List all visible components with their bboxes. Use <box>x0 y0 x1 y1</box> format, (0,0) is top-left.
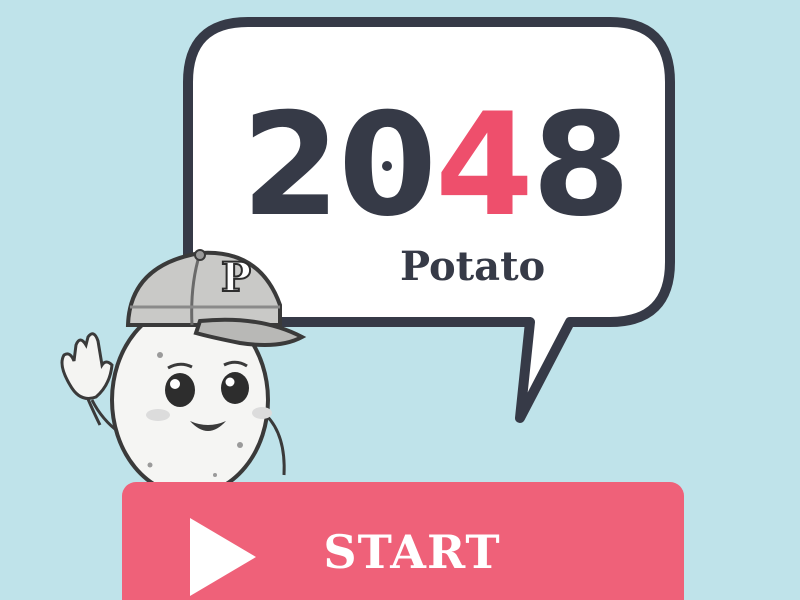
game-title: 2 0 4 8 <box>241 83 630 248</box>
potato-mascot: P <box>60 249 307 497</box>
game-subtitle: Potato <box>400 243 546 290</box>
start-button-label: START <box>323 525 501 579</box>
title-digit-8: 8 <box>531 83 631 248</box>
zero-dot <box>381 161 392 171</box>
cap-letter: P <box>221 254 251 301</box>
play-icon <box>190 518 256 596</box>
title-digit-2: 2 <box>241 83 340 248</box>
start-button[interactable]: START <box>122 482 684 600</box>
title-screen: 2 0 4 8 Potato P START <box>0 0 800 600</box>
title-digit-0: 0 <box>338 95 437 237</box>
title-digit-4: 4 <box>435 83 534 248</box>
